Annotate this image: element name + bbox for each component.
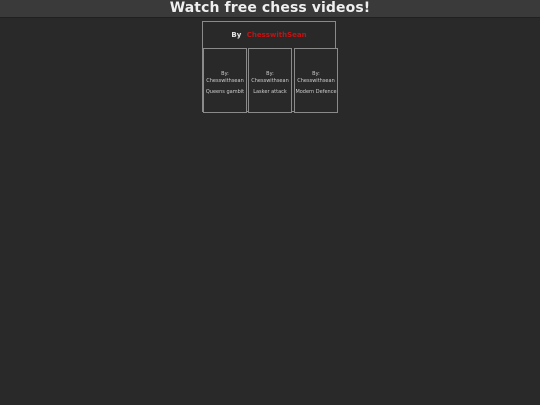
video-title: Queens gambit — [205, 89, 245, 95]
video-channel: Chesswithsean — [251, 78, 289, 84]
panel-byline: By ChesswithSean — [203, 31, 335, 40]
video-card-lasker-attack[interactable]: By: Chesswithsean Lasker attack — [248, 48, 292, 113]
video-card-modern-defence[interactable]: By: Chesswithsean Modern Defence — [294, 48, 338, 113]
video-channel: Chesswithsean — [206, 78, 244, 84]
video-title: Modern Defence — [295, 89, 337, 95]
video-by-label: By: — [221, 71, 229, 77]
byline-label: By — [231, 31, 242, 39]
video-channel: Chesswithsean — [297, 78, 335, 84]
video-by-label: By: — [266, 71, 274, 77]
author-link[interactable]: ChesswithSean — [247, 31, 307, 39]
page-title: Watch free chess videos! — [169, 0, 371, 16]
video-card-queens-gambit[interactable]: By: Chesswithsean Queens gambit — [203, 48, 247, 113]
video-by-label: By: — [312, 71, 320, 77]
site-header: Watch free chess videos! — [0, 0, 540, 18]
video-title: Lasker attack — [253, 89, 287, 95]
video-panel: By ChesswithSean By: Chesswithsean Queen… — [202, 21, 338, 113]
